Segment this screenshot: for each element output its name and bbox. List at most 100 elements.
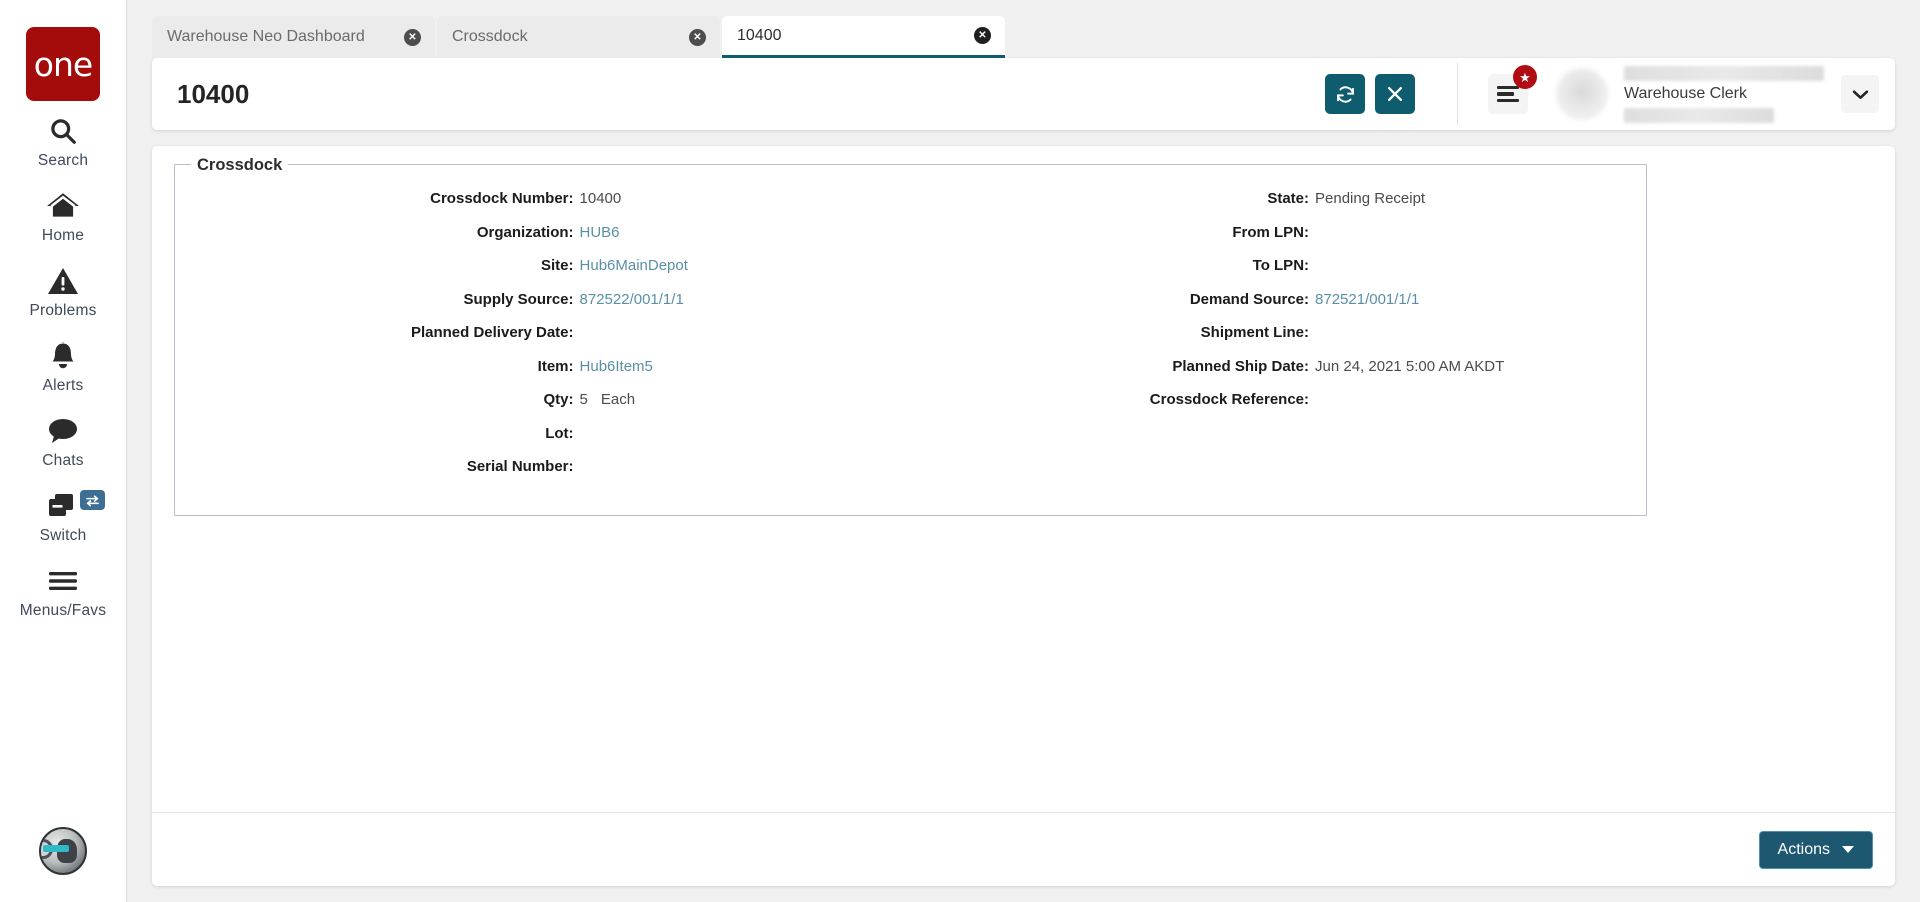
field-value-link[interactable]: Hub6MainDepot bbox=[580, 256, 688, 276]
assistant-avatar-icon[interactable] bbox=[39, 827, 87, 875]
sidebar-item-switch[interactable]: Switch bbox=[0, 476, 127, 551]
tab-bar: Warehouse Neo Dashboard ✕ Crossdock ✕ 10… bbox=[127, 0, 1920, 58]
form-right-column: State: Pending Receipt From LPN: To LPN: bbox=[911, 189, 1647, 491]
home-icon bbox=[46, 188, 80, 224]
content-card: Crossdock Crossdock Number: 10400 Organi… bbox=[152, 146, 1895, 886]
field-value-link[interactable]: HUB6 bbox=[580, 223, 620, 243]
field-demand-source: Demand Source: 872521/001/1/1 bbox=[911, 290, 1647, 310]
bell-icon bbox=[49, 338, 77, 374]
tab-label: Crossdock bbox=[452, 28, 528, 45]
warning-triangle-icon bbox=[47, 263, 79, 299]
user-info: Warehouse Clerk bbox=[1624, 65, 1829, 123]
field-value: 10400 bbox=[579, 190, 622, 207]
page-title: 10400 bbox=[177, 78, 250, 109]
user-menu-button[interactable] bbox=[1841, 75, 1879, 113]
sidebar-item-label: Alerts bbox=[42, 377, 84, 394]
avatar-visor bbox=[43, 845, 69, 852]
sidebar-item-alerts[interactable]: Alerts bbox=[0, 326, 127, 401]
user-role: Warehouse Clerk bbox=[1624, 84, 1748, 102]
sidebar-item-label: Menus/Favs bbox=[19, 602, 107, 619]
field-value-link[interactable]: 872521/001/1/1 bbox=[1315, 290, 1419, 310]
sidebar-item-label: Problems bbox=[29, 302, 97, 319]
logo-text: one bbox=[33, 44, 93, 84]
field-shipment-line: Shipment Line: bbox=[911, 323, 1647, 343]
field-label: Demand Source: bbox=[1189, 290, 1310, 308]
field-lot: Lot: bbox=[175, 424, 911, 444]
qty-unit: Each bbox=[600, 391, 636, 408]
crossdock-fieldset: Crossdock Crossdock Number: 10400 Organi… bbox=[174, 156, 1647, 516]
actions-button[interactable]: Actions bbox=[1758, 830, 1873, 869]
field-value: Pending Receipt bbox=[1315, 190, 1426, 207]
sidebar-item-label: Home bbox=[41, 227, 85, 244]
field-to-lpn: To LPN: bbox=[911, 256, 1647, 276]
caret-down-icon bbox=[1842, 846, 1854, 853]
content-footer: Actions bbox=[152, 812, 1895, 886]
star-icon: ★ bbox=[1513, 65, 1537, 89]
content-body: Crossdock Crossdock Number: 10400 Organi… bbox=[152, 146, 1895, 812]
close-page-button[interactable] bbox=[1375, 74, 1415, 114]
sidebar-item-problems[interactable]: Problems bbox=[0, 251, 127, 326]
field-organization: Organization: HUB6 bbox=[175, 223, 911, 243]
windows-stack-icon bbox=[47, 488, 79, 524]
swap-arrows-icon[interactable] bbox=[79, 490, 105, 510]
close-circle-icon[interactable]: ✕ bbox=[404, 28, 421, 46]
field-label: Qty: bbox=[543, 391, 574, 408]
sidebar: one Search Home Problems Alerts Chats Sw… bbox=[0, 0, 127, 902]
qty-number: 5 bbox=[579, 391, 588, 408]
field-label: Supply Source: bbox=[463, 290, 574, 308]
field-crossdock-reference: Crossdock Reference: bbox=[911, 390, 1647, 410]
tab-crossdock[interactable]: Crossdock ✕ bbox=[437, 16, 720, 58]
sidebar-item-search[interactable]: Search bbox=[0, 101, 127, 176]
field-item: Item: Hub6Item5 bbox=[175, 357, 911, 377]
user-org-redacted bbox=[1624, 107, 1774, 123]
field-site: Site: Hub6MainDepot bbox=[175, 256, 911, 276]
header-divider bbox=[1457, 63, 1458, 125]
avatar[interactable] bbox=[1556, 68, 1608, 120]
sidebar-item-label: Chats bbox=[42, 452, 84, 469]
field-label: Planned Delivery Date: bbox=[410, 324, 574, 341]
sidebar-item-chats[interactable]: Chats bbox=[0, 401, 127, 476]
field-value-link[interactable]: Hub6Item5 bbox=[580, 357, 653, 377]
sidebar-item-menus-favs[interactable]: Menus/Favs bbox=[0, 551, 127, 626]
sidebar-item-label: Search bbox=[37, 152, 89, 169]
field-planned-ship-date: Planned Ship Date: Jun 24, 2021 5:00 AM … bbox=[911, 357, 1647, 377]
field-supply-source: Supply Source: 872522/001/1/1 bbox=[175, 290, 911, 310]
tab-warehouse-neo-dashboard[interactable]: Warehouse Neo Dashboard ✕ bbox=[152, 16, 435, 58]
page-header: 10400 ★ Warehouse Clerk bbox=[152, 58, 1895, 130]
field-serial-number: Serial Number: bbox=[175, 457, 911, 477]
field-crossdock-number: Crossdock Number: 10400 bbox=[175, 189, 911, 209]
menus-favorites-button[interactable]: ★ bbox=[1488, 65, 1537, 114]
field-label: Crossdock Number: bbox=[430, 190, 574, 207]
field-label: Lot: bbox=[545, 424, 574, 442]
field-label: Serial Number: bbox=[466, 458, 574, 475]
field-value: Jun 24, 2021 5:00 AM AKDT bbox=[1315, 357, 1505, 375]
field-state: State: Pending Receipt bbox=[911, 189, 1647, 209]
search-icon bbox=[48, 113, 78, 149]
chat-bubble-icon bbox=[47, 413, 79, 449]
field-label: From LPN: bbox=[1232, 223, 1310, 241]
field-label: State: bbox=[1267, 190, 1310, 207]
main-area: Warehouse Neo Dashboard ✕ Crossdock ✕ 10… bbox=[127, 0, 1920, 902]
sidebar-item-label: Switch bbox=[39, 527, 87, 544]
field-label: To LPN: bbox=[1252, 257, 1310, 274]
one-logo[interactable]: one bbox=[26, 27, 100, 101]
actions-label: Actions bbox=[1777, 840, 1830, 858]
avatar-head bbox=[41, 839, 77, 863]
field-label: Planned Ship Date: bbox=[1172, 357, 1310, 375]
hamburger-icon bbox=[1497, 82, 1519, 106]
close-circle-icon[interactable]: ✕ bbox=[974, 27, 991, 44]
field-value-link[interactable]: 872522/001/1/1 bbox=[580, 290, 684, 310]
fieldset-legend: Crossdock bbox=[191, 156, 289, 175]
page-bottom-gap bbox=[127, 886, 1920, 902]
app-root: one Search Home Problems Alerts Chats Sw… bbox=[0, 0, 1920, 902]
field-planned-delivery-date: Planned Delivery Date: bbox=[175, 323, 911, 343]
tab-label: 10400 bbox=[737, 26, 782, 44]
close-circle-icon[interactable]: ✕ bbox=[689, 28, 706, 46]
sidebar-item-home[interactable]: Home bbox=[0, 176, 127, 251]
tab-10400[interactable]: 10400 ✕ bbox=[722, 16, 1005, 58]
refresh-button[interactable] bbox=[1325, 74, 1365, 114]
field-label: Crossdock Reference: bbox=[1149, 391, 1310, 408]
form-grid: Crossdock Number: 10400 Organization: HU… bbox=[175, 179, 1646, 491]
field-from-lpn: From LPN: bbox=[911, 223, 1647, 243]
field-value: 5 Each bbox=[580, 390, 636, 410]
